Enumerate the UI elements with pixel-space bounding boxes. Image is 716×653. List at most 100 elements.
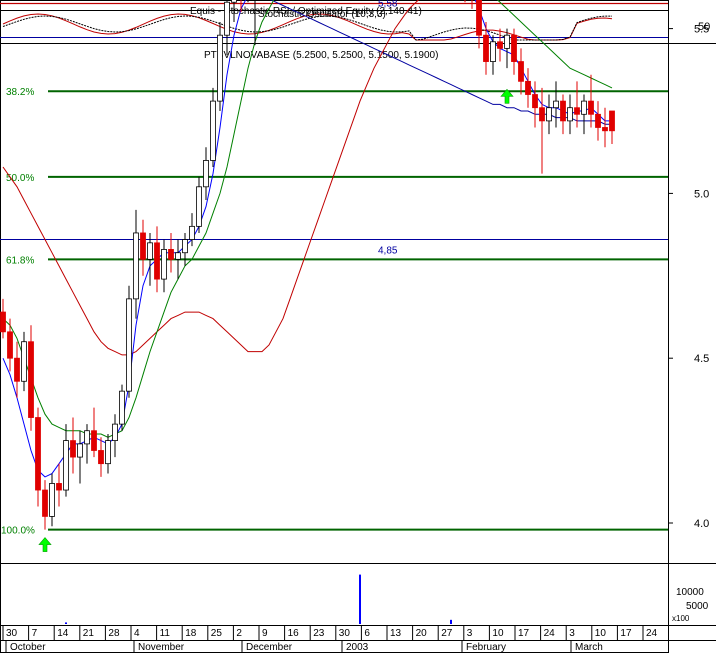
- date-tick-label: 3: [467, 628, 473, 639]
- candle-body: [609, 110, 615, 132]
- candle-body: [182, 239, 188, 254]
- date-tick-label: 17: [620, 628, 632, 639]
- date-tick-label: 24: [646, 628, 658, 639]
- candle-body: [77, 443, 83, 458]
- date-tick-label: 7: [32, 628, 38, 639]
- date-tick-label: 21: [83, 628, 95, 639]
- chart-frame: [0, 0, 669, 653]
- volume-tick-label: 10000: [676, 587, 704, 598]
- candle-body: [133, 232, 139, 300]
- date-tick-label: 27: [441, 628, 453, 639]
- candle-body: [539, 107, 545, 122]
- candle-body: [602, 127, 608, 132]
- date-axis: 30 7 14 21 28 4 11 18 25 2 9 16 23 30 6 13 20 27 3 10 17 24 3 1…: [2, 625, 658, 653]
- candle-body: [84, 430, 90, 445]
- signal-arrows: [38, 88, 514, 552]
- fibonacci-label: 38.2%: [6, 87, 34, 98]
- horizontal-level-label: 5,58: [378, 0, 398, 9]
- candle-body: [56, 483, 62, 491]
- candle-body: [112, 423, 118, 441]
- candle-body: [560, 100, 566, 122]
- candle-body: [105, 440, 111, 465]
- candle-body: [147, 242, 153, 260]
- candle-body: [0, 311, 6, 333]
- month-label: February: [466, 642, 506, 653]
- candle-body: [7, 331, 13, 359]
- candle-body: [546, 107, 552, 122]
- candle-body: [231, 0, 237, 3]
- candle-body: [224, 1, 230, 36]
- candle-body: [140, 232, 146, 260]
- fibonacci-label: 50.0%: [6, 173, 34, 184]
- date-tick-label: 3: [569, 628, 575, 639]
- candle-body: [126, 298, 132, 392]
- candle-body: [154, 242, 160, 280]
- date-tick-label: 13: [390, 628, 402, 639]
- date-tick-label: 18: [185, 628, 197, 639]
- candle-body: [175, 252, 181, 260]
- candle-body: [168, 249, 174, 260]
- volume-unit-label: x100: [672, 614, 690, 623]
- indicator-overlay-label: Stochastic Oscillator (10,3,3): [258, 9, 386, 20]
- date-tick-label: 20: [416, 628, 428, 639]
- candle-body: [217, 34, 223, 102]
- candle-body: [483, 34, 489, 62]
- date-tick-label: 24: [544, 628, 556, 639]
- candle-body: [21, 341, 27, 382]
- fibonacci-label: 100.0%: [1, 526, 35, 537]
- price-tick-label: 4.5: [694, 353, 709, 365]
- candle-body: [476, 0, 482, 36]
- date-tick-label: 28: [108, 628, 120, 639]
- price-chart: Equis - Stochastic RSI / Optimized Equit…: [0, 0, 716, 653]
- indicator-panel: Equis - Stochastic RSI / Optimized Equit…: [0, 2, 716, 44]
- date-tick-label: 14: [57, 628, 69, 639]
- candle-body: [567, 107, 573, 122]
- price-tick-label: 4.0: [694, 518, 709, 530]
- month-label: March: [575, 642, 603, 653]
- candle-body: [574, 107, 580, 115]
- date-tick-label: 11: [160, 628, 171, 639]
- date-tick-label: 30: [339, 628, 351, 639]
- candle-body: [504, 34, 510, 49]
- date-tick-label: 4: [134, 628, 140, 639]
- candle-body: [14, 357, 20, 382]
- candle-body: [91, 430, 97, 451]
- candle-body: [581, 100, 587, 115]
- candle-body: [511, 34, 517, 62]
- date-tick-label: 30: [6, 628, 18, 639]
- candle-body: [63, 440, 69, 491]
- volume-tick-label: 5000: [686, 601, 709, 612]
- month-label: 2003: [346, 642, 369, 653]
- volume-panel: 10000 5000 x100: [0, 563, 716, 624]
- candle-body: [595, 113, 601, 128]
- candle-body: [98, 450, 104, 465]
- candle-body: [42, 489, 48, 517]
- candle-body: [35, 417, 41, 491]
- price-tick-label: 5.0: [694, 188, 709, 200]
- candle-body: [203, 160, 209, 188]
- date-tick-label: 25: [211, 628, 223, 639]
- candle-body: [196, 186, 202, 227]
- date-tick-label: 17: [518, 628, 530, 639]
- candle-body: [553, 100, 559, 109]
- buy-arrow: [38, 537, 52, 552]
- month-label: December: [246, 642, 293, 653]
- date-tick-label: 23: [313, 628, 325, 639]
- date-tick-label: 16: [288, 628, 300, 639]
- candle-body: [588, 100, 594, 115]
- month-label: November: [138, 642, 185, 653]
- candle-body: [525, 80, 531, 95]
- date-tick-label: 2: [236, 628, 242, 639]
- candle-body: [490, 41, 496, 62]
- candle-body: [28, 341, 34, 418]
- date-tick-label: 9: [262, 628, 268, 639]
- candle-body: [49, 483, 55, 517]
- price-tick-label: 5.5: [694, 24, 709, 36]
- candle-body: [532, 94, 538, 109]
- instrument-label: PTBVLNOVABASE (5.2500, 5.2500, 5.1500, 5…: [204, 50, 438, 61]
- candle-body: [210, 100, 216, 161]
- date-tick-label: 10: [492, 628, 504, 639]
- horizontal-level-label: 4,85: [378, 246, 398, 257]
- date-tick-label: 6: [364, 628, 370, 639]
- candle-body: [189, 225, 195, 240]
